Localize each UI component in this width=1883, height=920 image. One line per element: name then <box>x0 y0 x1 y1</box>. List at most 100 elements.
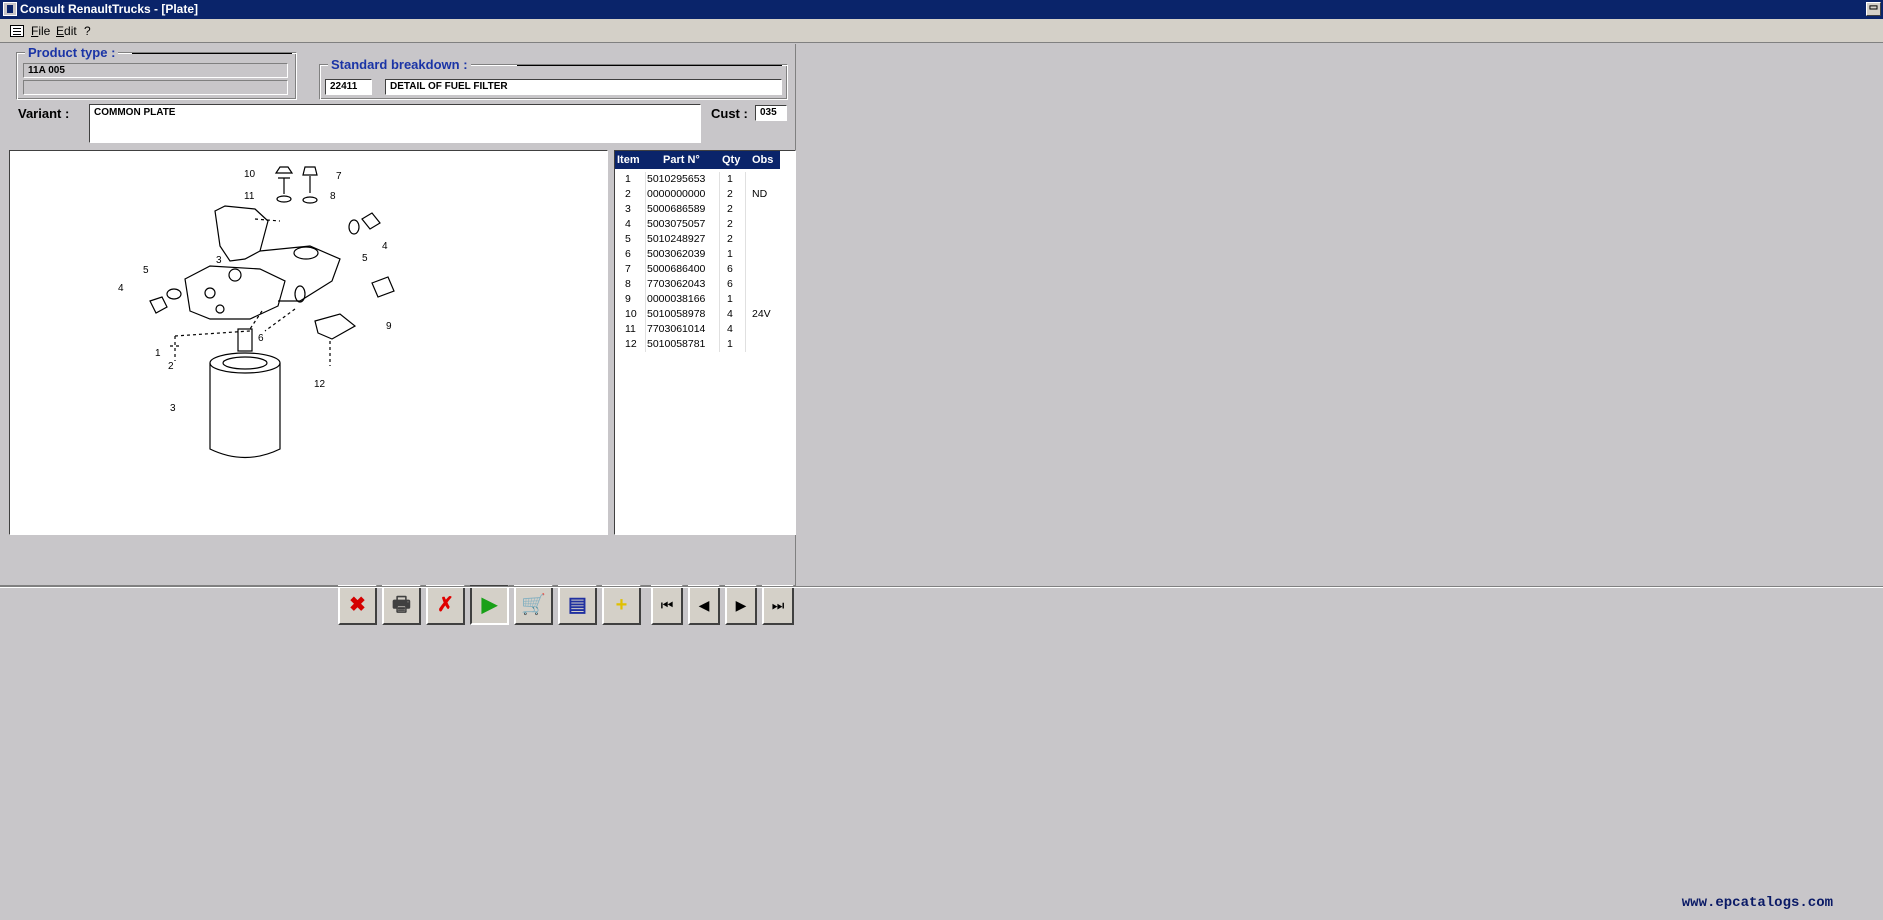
variant-field[interactable]: COMMON PLATE <box>89 104 701 143</box>
table-row[interactable]: 8 7703062043 6 <box>615 277 795 292</box>
first-page-icon: ⏮ <box>660 597 674 613</box>
cell-item: 4 <box>625 218 631 230</box>
breakdown-description-field[interactable]: DETAIL OF FUEL FILTER <box>385 79 782 95</box>
breakdown-code-field[interactable]: 22411 <box>325 79 372 95</box>
exploded-drawing[interactable]: 10 7 11 8 4 5 3 5 4 9 6 1 2 12 3 <box>9 150 608 535</box>
cartridge-top <box>209 352 281 374</box>
callout-8: 8 <box>330 191 336 202</box>
table-row[interactable]: 7 5000686400 6 <box>615 262 795 277</box>
cell-part: 5003062039 <box>647 248 706 260</box>
parts-list[interactable]: Item Part N° Qty Obs 1 5010295653 1 2 000000… <box>614 150 796 535</box>
filter-head-part <box>184 265 286 320</box>
callout-7: 7 <box>336 171 342 182</box>
callout-4-right: 4 <box>382 241 388 252</box>
filter-body-part <box>259 245 341 302</box>
cell-part: 5000686589 <box>647 203 706 215</box>
product-type-description-field <box>23 80 288 95</box>
col-item-header[interactable]: Item <box>617 154 640 166</box>
title-bar: Consult RenaultTrucks - [Plate] ▭ <box>0 0 1883 19</box>
port-2 <box>204 287 216 299</box>
cell-item: 8 <box>625 278 631 290</box>
washer-11 <box>276 195 292 203</box>
table-row[interactable]: 1 5010295653 1 <box>615 172 795 187</box>
table-row[interactable]: 12 5010058781 1 <box>615 337 795 352</box>
print-button[interactable]: 🖶 <box>382 585 421 625</box>
menu-file[interactable]: File <box>31 24 50 38</box>
pane-divider <box>0 586 1883 588</box>
cancel-button[interactable]: ✗ <box>426 585 465 625</box>
cell-qty: 1 <box>727 338 733 350</box>
callout-5-right: 5 <box>362 253 368 264</box>
last-page-icon: ⏭ <box>771 597 785 613</box>
cell-item: 12 <box>625 338 637 350</box>
cell-item: 1 <box>625 173 631 185</box>
table-row[interactable]: 5 5010248927 2 <box>615 232 795 247</box>
cell-item: 10 <box>625 308 637 320</box>
cell-obs: ND <box>752 188 768 200</box>
table-row[interactable]: 10 5010058978 4 24V <box>615 307 795 322</box>
cell-qty: 6 <box>727 263 733 275</box>
menu-help[interactable]: ? <box>84 24 91 38</box>
col-obs-header[interactable]: Obs <box>752 154 773 166</box>
callout-5: 5 <box>143 265 149 276</box>
cust-field[interactable]: 035 <box>755 105 787 121</box>
col-part-header[interactable]: Part N° <box>663 154 700 166</box>
parts-rows: 1 5010295653 1 2 0000000000 2 ND 3 5000686589 2 4 5… <box>615 172 795 352</box>
table-row[interactable]: 6 5003062039 1 <box>615 247 795 262</box>
app-icon <box>3 2 17 16</box>
cell-part: 5010058978 <box>647 308 706 320</box>
head-cap <box>293 246 319 260</box>
fuel-filter-drawing: 10 7 11 8 4 5 3 5 4 9 6 1 2 12 3 <box>118 166 395 458</box>
previous-button[interactable]: ◀ <box>688 585 720 625</box>
washer-8 <box>302 196 318 204</box>
table-row[interactable]: 9 0000038166 1 <box>615 292 795 307</box>
table-row[interactable]: 3 5000686589 2 <box>615 202 795 217</box>
callout-10: 10 <box>244 169 256 180</box>
first-button[interactable]: ⏮ <box>651 585 683 625</box>
printer-icon: 🖶 <box>392 594 411 616</box>
cell-part: 5010295653 <box>647 173 706 185</box>
cell-part: 0000000000 <box>647 188 706 200</box>
watermark: www.epcatalogs.com <box>1681 895 1833 911</box>
computer-save-icon: ▤ <box>568 594 587 616</box>
cell-part: 5003075057 <box>647 218 706 230</box>
col-qty-header[interactable]: Qty <box>722 154 740 166</box>
nipple-2 <box>237 328 253 352</box>
standard-breakdown-rule <box>517 65 782 66</box>
seal-6 <box>294 285 306 303</box>
menu-edit[interactable]: Edit <box>56 24 77 38</box>
table-row[interactable]: 11 7703061014 4 <box>615 322 795 337</box>
add-button[interactable]: + <box>602 585 641 625</box>
cell-item: 2 <box>625 188 631 200</box>
save-button[interactable]: ▤ <box>558 585 597 625</box>
cell-obs: 24V <box>752 308 771 320</box>
cart-button[interactable]: 🛒 <box>514 585 553 625</box>
table-row[interactable]: 2 0000000000 2 ND <box>615 187 795 202</box>
next-button[interactable]: ▶ <box>725 585 757 625</box>
bracket-part <box>214 205 269 262</box>
union-12 <box>314 313 357 340</box>
cust-label: Cust : <box>711 106 748 121</box>
seal-5b <box>348 219 360 235</box>
menu-bar: File Edit ? <box>0 19 1883 43</box>
callout-9: 9 <box>386 321 392 332</box>
red-x-icon: ✗ <box>437 594 454 616</box>
table-row[interactable]: 4 5003075057 2 <box>615 217 795 232</box>
shopping-cart-icon: 🛒 <box>521 594 546 616</box>
filter-cartridge-3 <box>209 363 281 458</box>
window-title: Consult RenaultTrucks - [Plate] <box>20 2 199 16</box>
cell-part: 5010058781 <box>647 338 706 350</box>
plus-icon: + <box>615 594 628 616</box>
system-menu-icon[interactable] <box>10 25 24 37</box>
last-button[interactable]: ⏭ <box>762 585 794 625</box>
cell-qty: 1 <box>727 173 733 185</box>
cell-qty: 1 <box>727 293 733 305</box>
cell-item: 6 <box>625 248 631 260</box>
exit-button[interactable]: ▶ <box>470 585 509 625</box>
cell-qty: 2 <box>727 188 733 200</box>
restore-button[interactable]: ▭ <box>1866 2 1881 16</box>
clear-selection-button[interactable]: ✖ <box>338 585 377 625</box>
callout-4: 4 <box>118 283 124 294</box>
product-type-code-field: 11A 005 <box>23 63 288 78</box>
plate-form: Product type : 11A 005 Standard breakdow… <box>0 44 796 625</box>
